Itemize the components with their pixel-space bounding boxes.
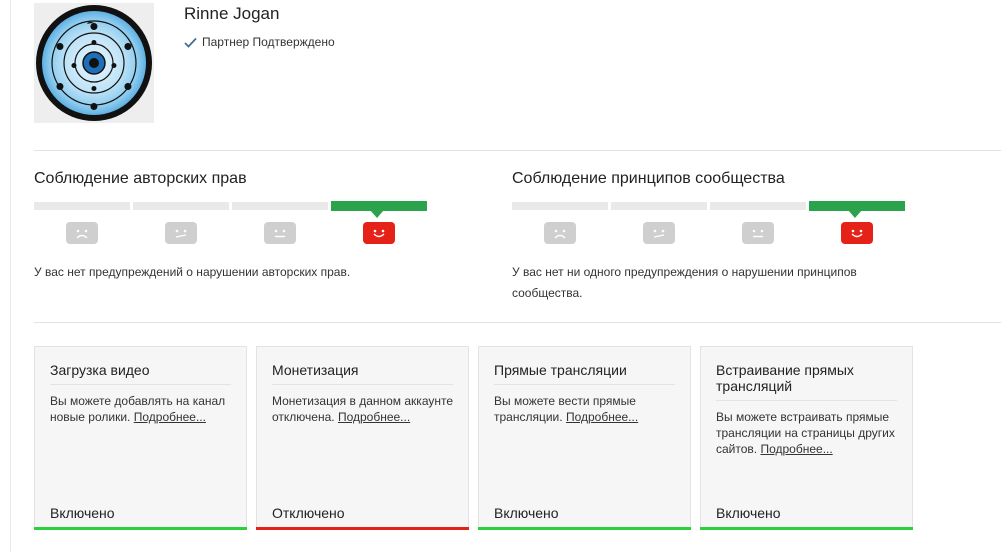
sad-face-icon	[544, 222, 576, 244]
copyright-message: У вас нет предупреждений о нарушении авт…	[34, 265, 351, 279]
copyright-strike-scale	[34, 201, 434, 246]
status-bar	[256, 527, 469, 530]
channel-name: Rinne Jogan	[184, 4, 280, 23]
divider	[34, 322, 1001, 323]
card-title: Встраивание прямых трансляций	[716, 362, 897, 401]
copyright-title: Соблюдение авторских прав	[34, 170, 247, 187]
feature-card-live-embedding: Встраивание прямых трансляций Вы можете …	[700, 346, 913, 530]
active-level-pointer	[370, 210, 384, 218]
happy-face-icon	[841, 222, 873, 244]
left-border	[10, 0, 11, 552]
strike-segment-3	[710, 202, 806, 210]
card-status: Включено	[716, 505, 781, 521]
partner-status-label: Партнер Подтверждено	[202, 35, 335, 49]
feature-card-monetization: Монетизация Монетизация в данном аккаунт…	[256, 346, 469, 530]
card-description: Вы можете добавлять на канал новые ролик…	[50, 394, 226, 424]
status-bar	[700, 527, 913, 530]
status-bar	[34, 527, 247, 530]
card-status: Включено	[494, 505, 559, 521]
strike-segment-1	[34, 202, 130, 210]
neutral-face-icon	[742, 222, 774, 244]
copyright-strikes-section: Соблюдение авторских прав У вас нет пред…	[34, 170, 434, 283]
strike-segment-1	[512, 202, 608, 210]
card-description: Вы можете встраивать прямые трансляции н…	[716, 410, 895, 456]
neutral-face-icon	[264, 222, 296, 244]
card-status: Отключено	[272, 505, 345, 521]
community-title: Соблюдение принципов сообщества	[512, 170, 785, 187]
happy-face-icon	[363, 222, 395, 244]
card-description: Монетизация в данном аккаунте отключена.…	[272, 394, 454, 424]
partner-status: Партнер Подтверждено	[184, 35, 335, 49]
active-level-pointer	[848, 210, 862, 218]
skeptical-face-icon	[165, 222, 197, 244]
learn-more-link[interactable]: Подробнее...	[134, 410, 206, 424]
skeptical-face-icon	[643, 222, 675, 244]
feature-card-live-streaming: Прямые трансляции Вы можете вести прямые…	[478, 346, 691, 530]
rinnegan-sharingan-logo	[36, 5, 152, 121]
learn-more-link[interactable]: Подробнее...	[760, 442, 832, 456]
card-title: Загрузка видео	[50, 362, 231, 385]
community-strikes-section: Соблюдение принципов сообщества У вас не…	[512, 170, 912, 304]
status-bar	[478, 527, 691, 530]
card-title: Прямые трансляции	[494, 362, 675, 385]
channel-avatar[interactable]	[34, 3, 154, 123]
card-description: Вы можете вести прямые трансляции. Подро…	[494, 394, 639, 424]
learn-more-link[interactable]: Подробнее...	[338, 410, 410, 424]
divider	[34, 150, 1001, 151]
learn-more-link[interactable]: Подробнее...	[566, 410, 638, 424]
strike-segment-3	[232, 202, 328, 210]
card-title: Монетизация	[272, 362, 453, 385]
checkmark-icon	[184, 37, 197, 48]
card-status: Включено	[50, 505, 115, 521]
feature-card-upload: Загрузка видео Вы можете добавлять на ка…	[34, 346, 247, 530]
strike-segment-2	[133, 202, 229, 210]
community-message: У вас нет ни одного предупреждения о нар…	[512, 265, 857, 300]
sad-face-icon	[66, 222, 98, 244]
community-strike-scale	[512, 201, 912, 246]
strike-segment-2	[611, 202, 707, 210]
